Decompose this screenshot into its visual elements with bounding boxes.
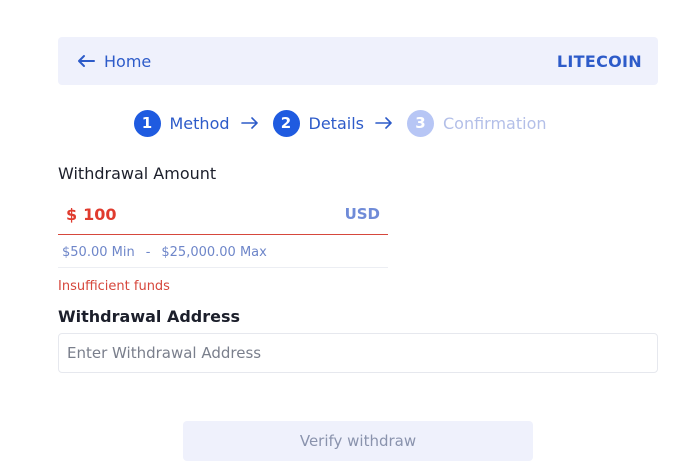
arrow-left-icon [78, 55, 95, 67]
step-number: 3 [406, 109, 434, 137]
header-bar: Home LITECOIN [58, 37, 658, 85]
amount-label: Withdrawal Amount [58, 164, 217, 183]
arrow-right-icon [375, 117, 392, 129]
step-details: 2 Details [272, 109, 364, 137]
min-limit: $50.00 Min [62, 245, 135, 260]
step-number: 2 [272, 109, 300, 137]
amount-value[interactable]: $100 [66, 205, 117, 224]
home-link[interactable]: Home [76, 52, 151, 71]
currency-code: USD [344, 205, 380, 223]
amount-limits: $50.00 Min - $25,000.00 Max [58, 238, 388, 268]
arrow-right-icon [240, 117, 258, 129]
step-confirmation: 3 Confirmation [406, 109, 547, 137]
coin-name: LITECOIN [556, 51, 642, 71]
home-link-label: Home [104, 51, 152, 71]
address-label: Withdrawal Address [58, 307, 241, 326]
max-limit: $25,000.00 Max [161, 245, 267, 260]
amount-number: 100 [83, 204, 117, 224]
address-input[interactable] [58, 333, 658, 373]
limit-separator: - [145, 245, 151, 260]
amount-error: Insufficient funds [58, 279, 170, 294]
amount-input[interactable]: $100 USD [58, 194, 388, 235]
step-method: 1 Method [133, 109, 230, 137]
step-label: Method [169, 113, 230, 133]
step-label: Confirmation [442, 113, 547, 133]
step-label: Details [308, 113, 364, 133]
verify-withdraw-button[interactable]: Verify withdraw [183, 421, 533, 461]
stepper: 1 Method 2 Details 3 Confirmation [0, 109, 680, 137]
currency-symbol: $ [66, 204, 78, 224]
step-number: 1 [133, 109, 161, 137]
